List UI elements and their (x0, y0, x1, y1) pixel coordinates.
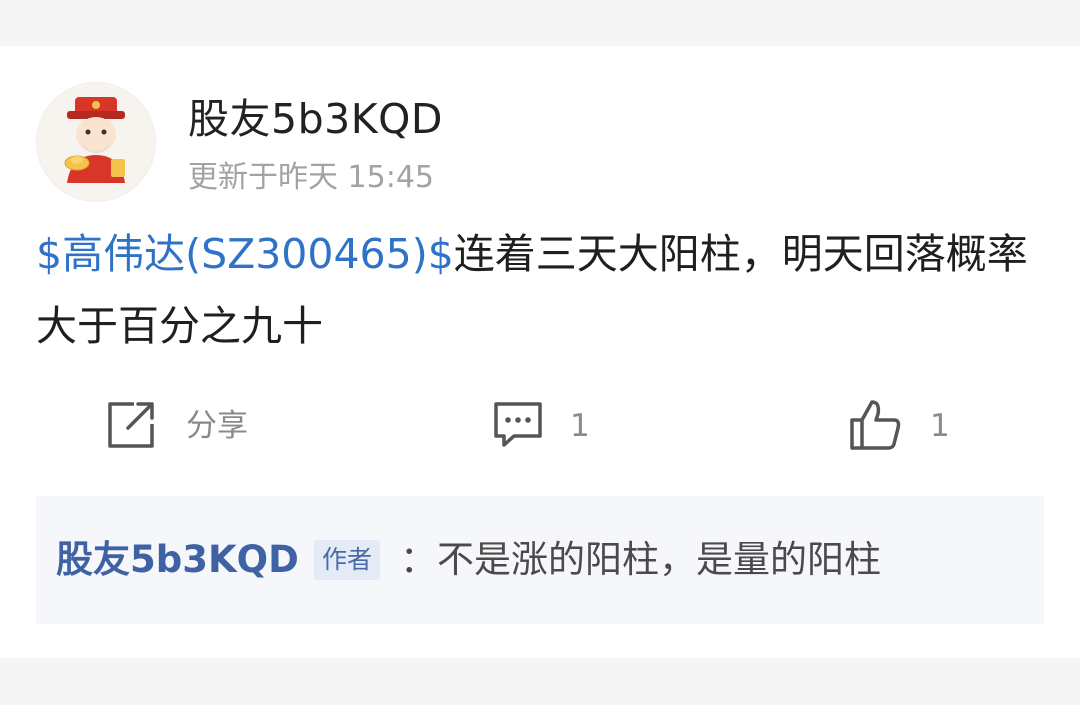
share-label[interactable]: 分享 (186, 406, 248, 446)
post-card: 股友5b3KQD 更新于昨天 15:45 $高伟达(SZ300465)$连着三天… (0, 46, 1080, 658)
comment-icon[interactable] (492, 398, 544, 450)
comment-text: ：不是涨的阳柱，是量的阳柱 (400, 538, 881, 581)
author-badge: 作者 (314, 540, 381, 580)
comment-author[interactable]: 股友5b3KQD (56, 538, 299, 582)
share-icon[interactable] (106, 398, 158, 450)
post-action-bar: 分享 1 1 (0, 398, 1080, 458)
like-count[interactable]: 1 (930, 406, 950, 446)
post-body: $高伟达(SZ300465)$连着三天大阳柱，明天回落概率大于百分之九十 (36, 218, 1046, 362)
comment-preview[interactable]: 股友5b3KQD 作者 ：不是涨的阳柱，是量的阳柱 (36, 496, 1044, 624)
post-timestamp: 更新于昨天 15:45 (188, 160, 434, 195)
post-author-name[interactable]: 股友5b3KQD (188, 94, 443, 144)
comment-count[interactable]: 1 (570, 406, 590, 446)
stock-link[interactable]: $高伟达(SZ300465)$ (36, 230, 454, 278)
thumbs-up-icon[interactable] (848, 398, 902, 452)
fortune-god-avatar-icon (64, 97, 125, 183)
user-avatar[interactable] (36, 82, 156, 202)
